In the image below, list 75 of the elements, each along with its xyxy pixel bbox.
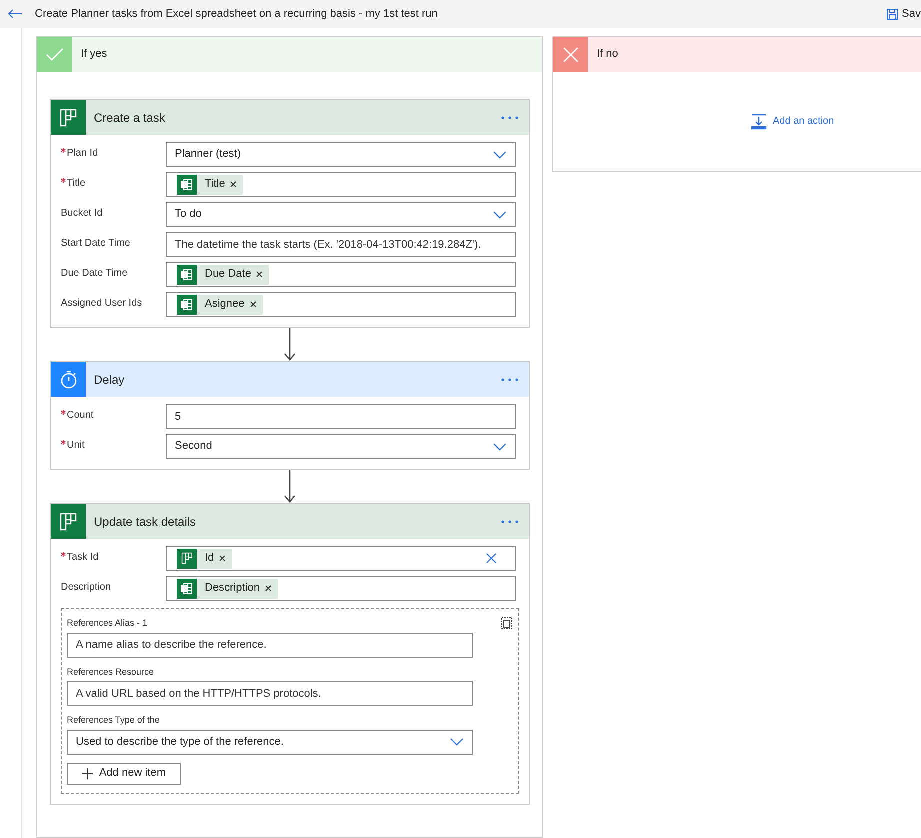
token-text: Due Date — [205, 267, 252, 282]
text-field[interactable]: A valid URL based on the HTTP/HTTPS protocols. — [67, 681, 473, 706]
field-label: Due Date Time — [61, 267, 128, 281]
card-title: Delay — [94, 372, 126, 388]
field-label: References Resource — [67, 666, 154, 678]
connector-arrow — [284, 328, 296, 361]
more-icon[interactable] — [501, 116, 519, 120]
field-label: References Type of the — [67, 714, 160, 727]
spreadsheet-icon — [177, 578, 197, 598]
remove-icon[interactable] — [219, 555, 226, 562]
field-label: Start Date Time — [61, 237, 130, 251]
field-label: Assigned User Ids — [61, 297, 142, 311]
field-label: Description — [61, 581, 112, 595]
branch-title: If yes — [81, 47, 108, 62]
token-chip[interactable]: Title — [177, 174, 244, 194]
planner-icon — [177, 548, 197, 568]
chevron-down-icon — [493, 442, 507, 450]
chevron-down-icon — [450, 738, 464, 746]
token-chip[interactable]: Due Date — [177, 264, 270, 284]
field-label: Count — [67, 409, 94, 423]
dropdown-field[interactable]: Second — [166, 434, 516, 459]
dropdown-field[interactable]: Planner (test) — [166, 142, 516, 167]
save-button[interactable]: Sav — [887, 6, 921, 22]
token-field[interactable]: Title — [166, 172, 516, 197]
text-field[interactable]: The datetime the task starts (Ex. '2018-04-13T00:42:19.284Z'). — [166, 232, 516, 257]
trash-icon[interactable] — [501, 617, 513, 630]
spreadsheet-icon — [177, 174, 197, 194]
token-text: Id — [205, 551, 214, 566]
text-field[interactable]: A name alias to describe the reference. — [67, 632, 473, 658]
branch-title: If no — [597, 47, 618, 62]
token-field[interactable]: Id — [166, 546, 516, 571]
add-new-item-button[interactable]: Add new item — [67, 762, 181, 784]
chevron-down-icon — [493, 210, 507, 218]
check-icon — [37, 37, 72, 72]
chevron-down-icon — [493, 150, 507, 158]
dropdown-field[interactable]: Used to describe the type of the reference. — [67, 730, 473, 754]
more-icon[interactable] — [501, 378, 519, 382]
field-label: Plan Id — [67, 147, 98, 161]
spreadsheet-icon — [177, 294, 197, 314]
remove-icon[interactable] — [250, 301, 257, 308]
spreadsheet-icon — [177, 264, 197, 284]
field-label: Title — [67, 177, 86, 191]
connector-arrow — [284, 470, 296, 503]
token-text: Asignee — [205, 297, 245, 312]
back-arrow-icon[interactable] — [8, 9, 22, 19]
field-label: References Alias - 1 — [67, 617, 148, 630]
remove-icon[interactable] — [265, 585, 272, 592]
more-icon[interactable] — [501, 520, 519, 524]
field-label: Unit — [67, 439, 85, 453]
plus-icon — [82, 768, 94, 780]
token-text: Description — [205, 581, 260, 596]
card-header[interactable]: Delay — [51, 362, 529, 397]
save-icon — [887, 8, 898, 20]
token-text: Title — [205, 177, 226, 192]
add-action-button[interactable]: Add an action — [751, 114, 834, 130]
dropdown-field[interactable]: To do — [166, 202, 516, 227]
remove-icon[interactable] — [256, 271, 264, 278]
token-chip[interactable]: Id — [177, 548, 232, 568]
token-field[interactable]: Description — [166, 576, 516, 601]
remove-icon[interactable] — [230, 181, 238, 188]
token-field[interactable]: Due Date — [166, 262, 516, 287]
card-header[interactable]: Create a task — [51, 100, 529, 135]
add-step-icon — [751, 114, 767, 130]
card-header[interactable]: Update task details — [51, 504, 529, 539]
token-chip[interactable]: Asignee — [177, 294, 263, 314]
clear-icon[interactable] — [486, 553, 497, 564]
flow-title: Create Planner tasks from Excel spreadsheet on a recurring basis - my 1st test run — [35, 6, 439, 22]
field-label: Bucket Id — [61, 207, 103, 221]
close-icon — [553, 37, 588, 72]
token-field[interactable]: Asignee — [166, 292, 516, 317]
text-field[interactable]: 5 — [166, 404, 516, 429]
card-title: Create a task — [94, 110, 166, 126]
card-title: Update task details — [94, 514, 198, 530]
token-chip[interactable]: Description — [177, 578, 278, 598]
field-label: Task Id — [67, 551, 99, 565]
